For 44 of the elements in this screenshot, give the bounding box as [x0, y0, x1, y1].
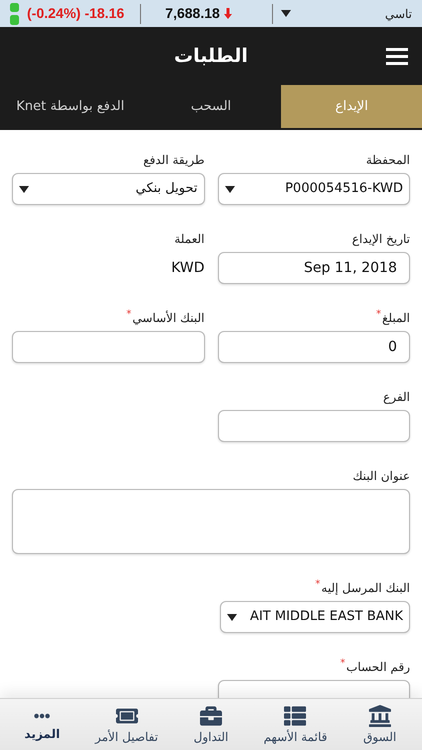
- required-mark: *: [340, 659, 346, 669]
- input-field[interactable]: 0: [218, 331, 410, 363]
- status-icon: [10, 2, 19, 24]
- dropdown-field[interactable]: تحويل بنكي: [12, 173, 204, 205]
- input-field[interactable]: [12, 331, 204, 363]
- nav-item[interactable]: المزيد: [0, 699, 84, 750]
- page-title: الطلبات: [174, 44, 248, 69]
- dropdown-field[interactable]: P000054516-KWD: [218, 173, 410, 205]
- tab[interactable]: السحب: [140, 85, 282, 128]
- index-value: 7,688.18: [165, 4, 220, 23]
- tab[interactable]: الدفع بواسطة Knet: [0, 85, 141, 128]
- input-field[interactable]: [218, 410, 410, 442]
- dropdown-field[interactable]: AIT MIDDLE EAST BANK: [220, 601, 410, 633]
- down-arrow-icon: [224, 8, 232, 19]
- field-label: العملة: [174, 231, 204, 247]
- field-label: رقم الحساب: [346, 659, 410, 675]
- market-name: تاسي: [384, 6, 412, 22]
- bank-icon: [368, 705, 391, 727]
- field-label: المحفظة: [366, 152, 410, 168]
- required-mark: *: [376, 310, 382, 320]
- text-area[interactable]: [12, 489, 410, 554]
- nav-item[interactable]: تفاصيل الأمر: [84, 699, 169, 750]
- field-label: تاريخ الإيداع: [352, 231, 410, 247]
- nav-item[interactable]: السوق: [338, 699, 422, 750]
- caret-icon: [227, 614, 237, 620]
- input-field[interactable]: Sep 11, 2018: [218, 252, 410, 284]
- nav-item[interactable]: قائمة الأسهم: [253, 699, 338, 750]
- field-label: البنك المرسل إليه: [321, 580, 410, 596]
- currency-value: KWD: [171, 258, 204, 278]
- field-label: المبلغ: [382, 310, 410, 326]
- nav-item[interactable]: التداول: [168, 699, 254, 750]
- required-mark: *: [315, 580, 320, 590]
- field-label: الفرع: [383, 389, 410, 405]
- index-change: (-0.24%) -18.16: [27, 4, 124, 23]
- field-label: عنوان البنك: [352, 468, 410, 484]
- caret-icon: [224, 186, 234, 192]
- menu-icon[interactable]: [386, 48, 408, 64]
- required-mark: *: [126, 310, 132, 320]
- field-label: طريقة الدفع: [143, 152, 204, 168]
- caret-icon: [19, 186, 29, 192]
- field-label: البنك الأساسي: [132, 310, 204, 326]
- list-icon: [284, 705, 306, 727]
- caret-icon: [280, 10, 291, 17]
- briefcase-icon: [200, 705, 222, 727]
